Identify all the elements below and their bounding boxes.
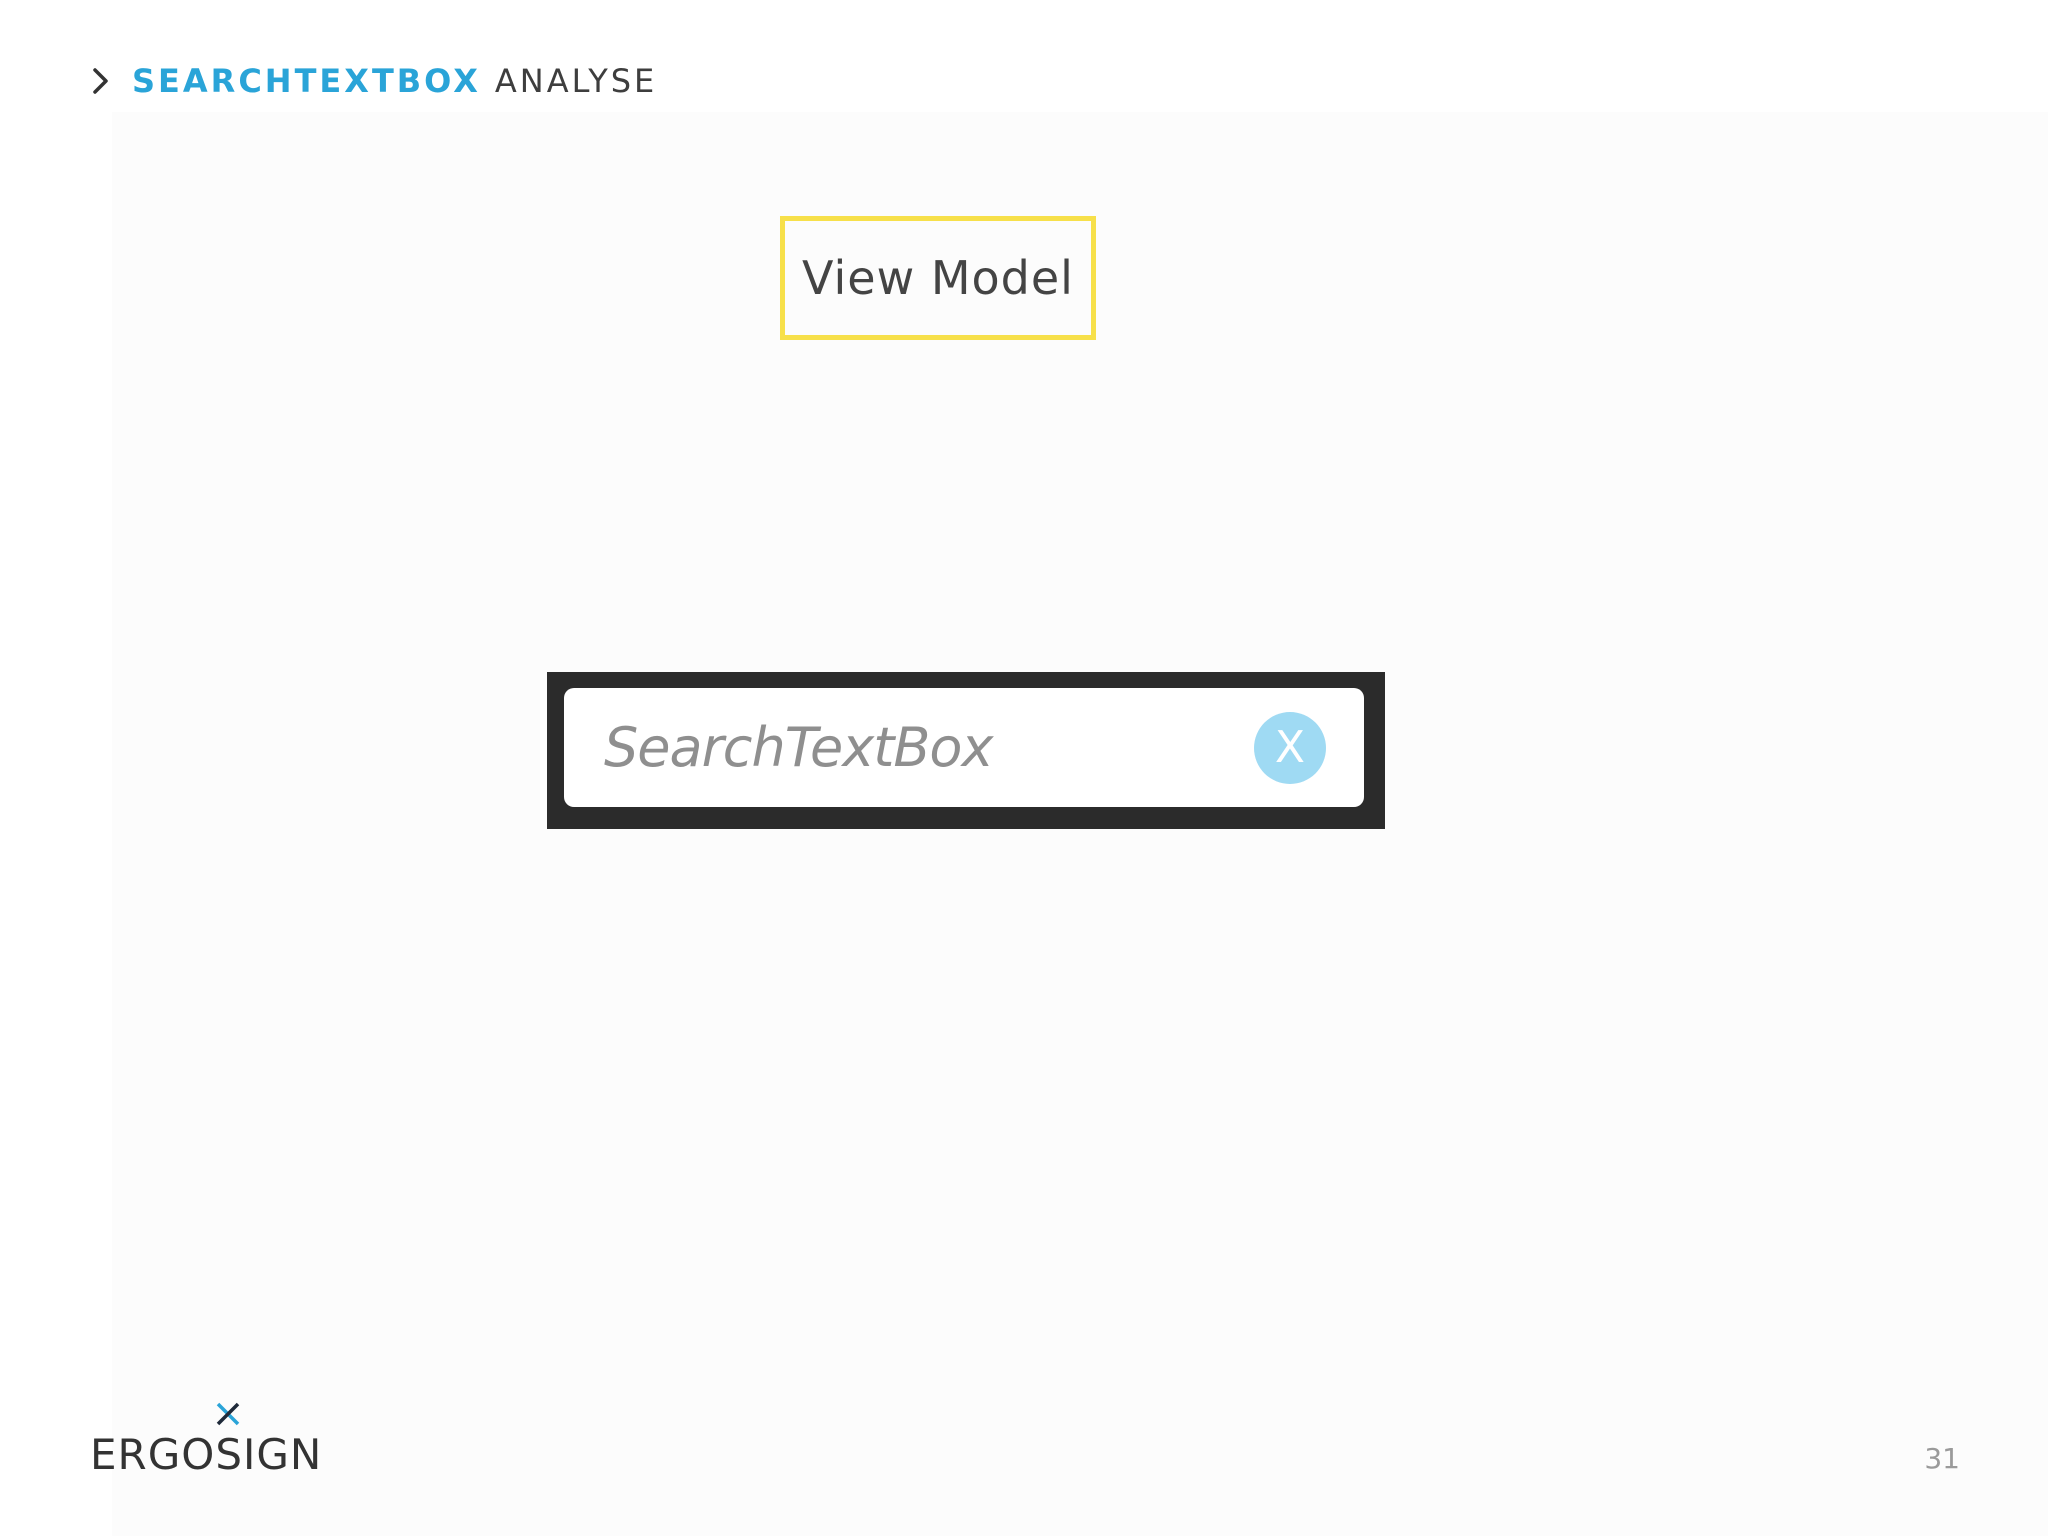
view-model-box: View Model xyxy=(780,216,1096,340)
header-title-light: ANALYSE xyxy=(494,62,658,100)
chevron-right-icon xyxy=(90,58,126,104)
page-number: 31 xyxy=(1924,1442,1960,1475)
clear-button[interactable]: X xyxy=(1254,712,1326,784)
view-model-label: View Model xyxy=(802,251,1074,305)
logo-cross-icon xyxy=(216,1402,240,1426)
clear-icon: X xyxy=(1274,722,1306,773)
search-placeholder: SearchTextBox xyxy=(604,716,993,779)
ergosign-logo: ERGOSIGN xyxy=(90,1400,321,1479)
slide-header: SEARCHTEXTBOX ANALYSE xyxy=(90,58,657,104)
header-title-strong: SEARCHTEXTBOX xyxy=(132,62,481,100)
search-input[interactable]: SearchTextBox X xyxy=(564,688,1364,807)
logo-wordmark: ERGOSIGN xyxy=(90,1430,323,1479)
searchtextbox-frame: SearchTextBox X xyxy=(547,672,1385,829)
